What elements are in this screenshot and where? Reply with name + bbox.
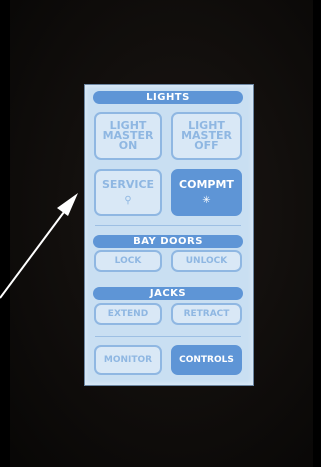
callout-arrow-shaft [0, 211, 65, 299]
callout-arrow-head [57, 193, 78, 216]
callout-arrow [0, 193, 78, 299]
device-housing: LIGHTS LIGHT MASTER ON LIGHT MASTER OFF … [0, 0, 321, 467]
